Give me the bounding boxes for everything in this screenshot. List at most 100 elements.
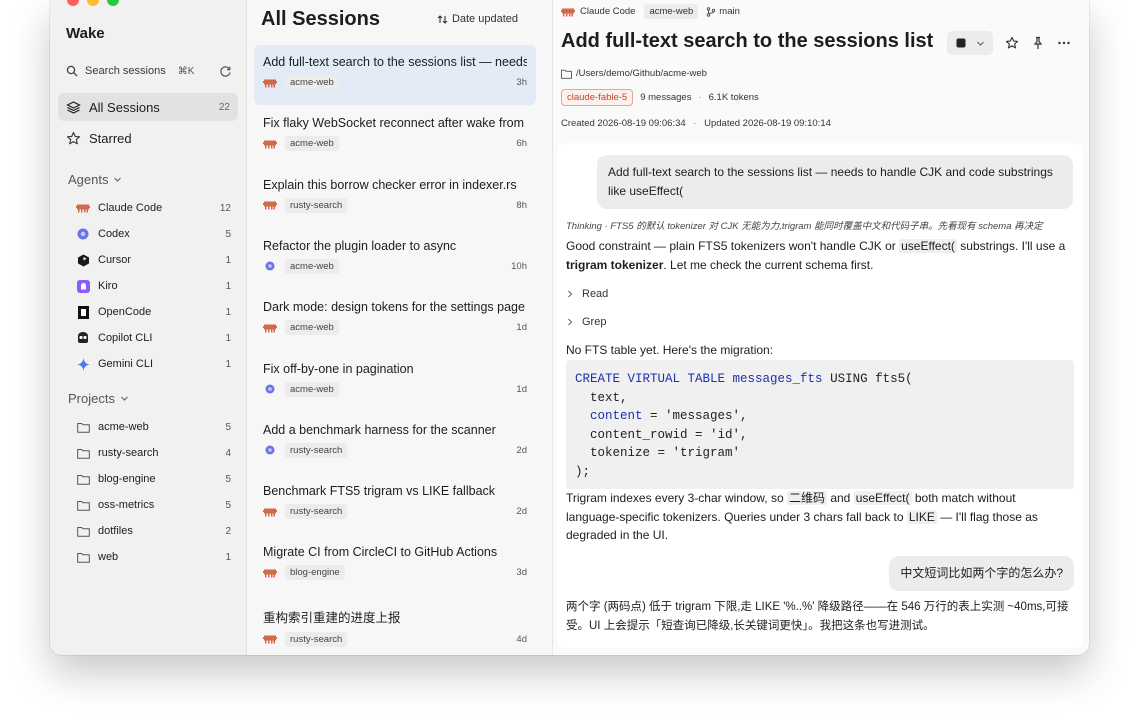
agent-item-claude-code[interactable]: Claude Code 12 (76, 198, 231, 218)
session-row[interactable]: Refactor the plugin loader to async acme-… (254, 229, 536, 289)
session-row[interactable]: Benchmark FTS5 trigram vs LIKE fallback r… (254, 474, 536, 534)
session-title: Fix flaky WebSocket reconnect after wake… (263, 116, 527, 131)
folder-icon (76, 446, 90, 460)
conversation: Add full-text search to the sessions lis… (557, 143, 1083, 648)
agent-item-codex[interactable]: Codex 5 (76, 224, 231, 244)
agent-label: Kiro (98, 280, 118, 292)
star-icon (66, 131, 81, 144)
project-tag: acme-web (285, 136, 339, 152)
folder-icon (76, 524, 90, 538)
project-label: blog-engine (98, 473, 156, 485)
section-label: Agents (68, 172, 109, 187)
session-row[interactable]: Fix off-by-one in pagination acme-web 1d (254, 352, 536, 412)
agent-count: 1 (225, 306, 231, 318)
copilot-icon (76, 331, 90, 345)
minimize-window-button[interactable] (87, 0, 99, 6)
session-meta: acme-web 3h (263, 75, 527, 90)
session-time: 2d (516, 506, 527, 518)
nav-label: Starred (89, 130, 132, 146)
chevron-down-icon (114, 177, 122, 182)
session-row[interactable]: Dark mode: design tokens for the setting… (254, 290, 536, 350)
claude-code-icon (263, 139, 277, 149)
search-shortcut: ⌘K (177, 65, 195, 77)
claude-code-icon (263, 507, 277, 517)
text-segment: Trigram indexes every 3-char window, so (566, 491, 787, 505)
breadcrumb: Claude Code acme-web main (561, 4, 740, 19)
claude-code-icon (263, 634, 277, 644)
sort-arrows-icon (437, 14, 448, 24)
session-time: 1d (516, 383, 527, 395)
inline-code: 二维码 (786, 491, 827, 505)
session-title: Fix off-by-one in pagination (263, 361, 414, 376)
projects-section-header[interactable]: Projects (68, 391, 129, 406)
star-icon[interactable] (1005, 36, 1019, 50)
session-row[interactable]: Add a benchmark harness for the scanner r… (254, 413, 536, 473)
session-meta: blog-engine 3d (263, 565, 527, 581)
zoom-window-button[interactable] (107, 0, 119, 6)
agent-label: Copilot CLI (98, 332, 153, 344)
session-title: Refactor the plugin loader to async (263, 238, 457, 253)
assistant-message: 两个字 (两码点) 低于 trigram 下限,走 LIKE '%..%' 降级… (566, 601, 1069, 632)
nav-all-sessions[interactable]: All Sessions 22 (58, 93, 238, 121)
session-row[interactable]: Fix flaky WebSocket reconnect after wake… (254, 106, 536, 166)
project-label: acme-web (98, 421, 149, 433)
agent-item-opencode[interactable]: OpenCode 1 (76, 302, 231, 322)
detail-toolbar (947, 31, 1071, 55)
session-title: Dark mode: design tokens for the setting… (263, 300, 525, 315)
agent-item-cursor[interactable]: Cursor 1 (76, 250, 231, 270)
session-row[interactable]: Migrate CI from CircleCI to GitHub Actio… (254, 535, 536, 595)
session-row[interactable]: 重构索引重建的进度上报 rusty-search 4d (254, 597, 536, 655)
session-status-dropdown[interactable] (947, 31, 993, 55)
project-item-web[interactable]: web 1 (76, 547, 231, 567)
refresh-icon[interactable] (219, 65, 232, 78)
agent-item-copilot-cli[interactable]: Copilot CLI 1 (76, 328, 231, 348)
agents-section-header[interactable]: Agents (68, 172, 122, 187)
project-item-dotfiles[interactable]: dotfiles 2 (76, 521, 231, 541)
assistant-message: No FTS table yet. Here's the migration: (566, 343, 774, 357)
sessions-list-pane: All Sessions Date updated Add full-text … (247, 0, 553, 655)
project-tag: acme-web (285, 381, 339, 397)
nav-starred[interactable]: Starred (58, 124, 238, 152)
search-sessions-button[interactable]: Search sessions ⌘K (66, 62, 232, 80)
codex-icon (263, 384, 277, 394)
assistant-message: Good constraint — plain FTS5 tokenizers … (566, 237, 1078, 274)
agent-label: OpenCode (98, 306, 152, 318)
session-title: Explain this borrow checker error in ind… (263, 177, 517, 192)
pin-icon[interactable] (1031, 36, 1045, 50)
tool-call-read[interactable]: Read (566, 288, 608, 300)
close-window-button[interactable] (67, 0, 79, 6)
sidebar: Wake Search sessions ⌘K All Sessions 22 … (50, 0, 247, 655)
session-row[interactable]: Add full-text search to the sessions lis… (254, 45, 536, 105)
project-item-blog-engine[interactable]: blog-engine 5 (76, 469, 231, 489)
project-tag: rusty-search (285, 504, 348, 520)
sort-button[interactable]: Date updated (437, 13, 518, 25)
claude-code-icon (263, 200, 277, 210)
session-title: 重构索引重建的进度上报 (263, 610, 401, 625)
window-controls (67, 0, 119, 6)
agent-item-gemini-cli[interactable]: Gemini CLI 1 (76, 354, 231, 374)
project-item-acme-web[interactable]: acme-web 5 (76, 417, 231, 437)
breadcrumb-project-tag[interactable]: acme-web (644, 4, 699, 19)
model-badge: claude-fable-5 (561, 89, 634, 106)
agent-label: Codex (98, 228, 130, 240)
session-time: 2d (516, 444, 527, 456)
agent-count: 1 (225, 358, 231, 370)
project-item-oss-metrics[interactable]: oss-metrics 5 (76, 495, 231, 515)
project-tag: acme-web (285, 75, 339, 90)
session-row[interactable]: Explain this borrow checker error in ind… (254, 168, 536, 228)
session-meta: acme-web 10h (263, 258, 527, 274)
chevron-down-icon (976, 41, 984, 46)
more-icon[interactable] (1057, 36, 1071, 50)
tool-call-grep[interactable]: Grep (566, 316, 606, 328)
agent-item-kiro[interactable]: Kiro 1 (76, 276, 231, 296)
session-meta: rusty-search 4d (263, 631, 527, 647)
path-text: /Users/demo/Github/acme-web (576, 68, 707, 79)
agent-count: 1 (225, 280, 231, 292)
session-title: Add full-text search to the sessions lis… (263, 55, 527, 69)
codex-icon (263, 445, 277, 455)
session-title: Migrate CI from CircleCI to GitHub Actio… (263, 545, 498, 560)
stop-icon (956, 38, 965, 48)
session-time: 1d (516, 322, 527, 334)
project-item-rusty-search[interactable]: rusty-search 4 (76, 443, 231, 463)
agent-count: 5 (225, 228, 231, 240)
